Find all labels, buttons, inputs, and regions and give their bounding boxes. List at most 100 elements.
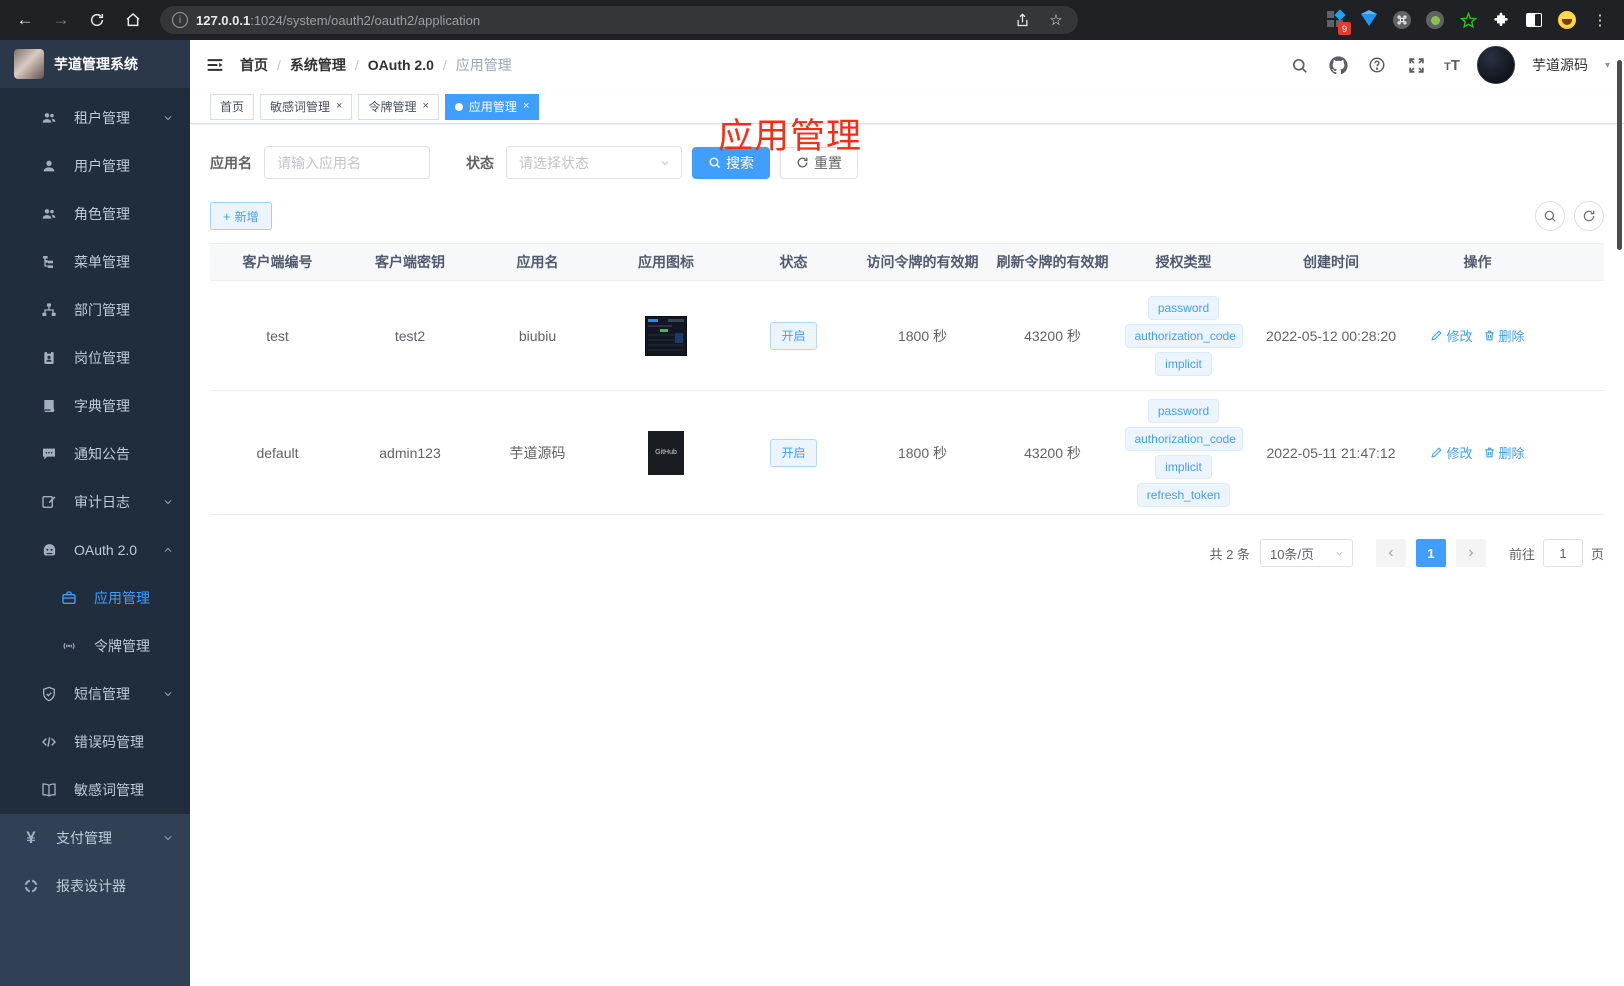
tab-home[interactable]: 首页: [210, 93, 255, 120]
shield-check-icon: [40, 686, 58, 702]
sidebar-item-sms[interactable]: 短信管理: [0, 670, 190, 718]
close-icon[interactable]: ×: [336, 101, 342, 112]
browser-home-icon[interactable]: [118, 5, 148, 35]
browser-forward-icon[interactable]: →: [46, 5, 76, 35]
close-icon[interactable]: ×: [523, 101, 529, 112]
tags-view-bar: 首页 敏感词管理 × 令牌管理 × 应用管理 ×: [190, 90, 1624, 124]
browser-toolbar: ← → i 127.0.0.1:1024/system/oauth2/oauth…: [0, 0, 1624, 40]
site-info-icon[interactable]: i: [172, 12, 188, 28]
goto-page-input[interactable]: [1542, 539, 1583, 567]
sidebar-logo[interactable]: 芋道管理系统: [0, 40, 190, 88]
edit-button[interactable]: 修改: [1430, 443, 1473, 462]
tab-sensitive-word[interactable]: 敏感词管理 ×: [260, 93, 353, 120]
username[interactable]: 芋道源码: [1532, 55, 1588, 75]
caret-down-icon[interactable]: ▾: [1605, 60, 1610, 71]
chevron-down-icon: [162, 688, 174, 700]
sidebar-item-oauth2[interactable]: OAuth 2.0: [0, 526, 190, 574]
breadcrumb-system[interactable]: 系统管理: [290, 55, 346, 75]
table-row: test test2 biubiu 开启 1800 秒 43200 秒 pass…: [210, 281, 1604, 391]
sidebar-item-oauth2-application[interactable]: 应用管理: [0, 574, 190, 622]
share-icon[interactable]: [1012, 10, 1032, 30]
help-icon[interactable]: [1366, 54, 1388, 76]
grant-tag: authorization_code: [1124, 323, 1243, 348]
address-bar[interactable]: i 127.0.0.1:1024/system/oauth2/oauth2/ap…: [160, 6, 1078, 34]
side-panel-icon[interactable]: [1524, 10, 1544, 30]
sidebar-item-oauth2-token[interactable]: 令牌管理: [0, 622, 190, 670]
browser-reload-icon[interactable]: [82, 5, 112, 35]
delete-button[interactable]: 删除: [1483, 443, 1525, 462]
tab-application[interactable]: 应用管理 ×: [444, 93, 540, 120]
users-icon: [40, 206, 58, 222]
gem-extension-icon[interactable]: [1359, 10, 1379, 30]
org-chart-icon: [40, 302, 58, 318]
user-avatar[interactable]: [1476, 46, 1515, 84]
chevron-down-icon: [162, 496, 174, 508]
goto-label: 前往: [1508, 546, 1535, 562]
briefcase-icon: [60, 590, 78, 606]
chevron-up-icon: [162, 544, 174, 556]
scrollbar-thumb[interactable]: [1617, 60, 1622, 250]
sidebar-item-role[interactable]: 角色管理: [0, 190, 190, 238]
refresh-button[interactable]: [1574, 201, 1604, 231]
app-name-input[interactable]: [264, 146, 430, 179]
profile-avatar-icon[interactable]: [1557, 10, 1577, 30]
url-text: 127.0.0.1:1024/system/oauth2/oauth2/appl…: [196, 12, 481, 28]
logo-avatar: [14, 49, 44, 79]
breadcrumb-oauth[interactable]: OAuth 2.0: [368, 57, 434, 73]
top-navbar: 首页 / 系统管理 / OAuth 2.0 / 应用管理 TT 芋道源码 ▾: [190, 40, 1624, 90]
star-extension-icon[interactable]: [1458, 10, 1478, 30]
breadcrumb: 首页 / 系统管理 / OAuth 2.0 / 应用管理: [240, 55, 512, 75]
github-icon[interactable]: [1327, 54, 1349, 76]
users-icon: [40, 110, 58, 126]
fullscreen-icon[interactable]: [1405, 54, 1427, 76]
browser-back-icon[interactable]: ←: [10, 5, 40, 35]
sidebar-item-menu[interactable]: 菜单管理: [0, 238, 190, 286]
sidebar-item-tenant[interactable]: 租户管理: [0, 94, 190, 142]
sidebar-item-dept[interactable]: 部门管理: [0, 286, 190, 334]
browser-menu-icon[interactable]: ⋮: [1590, 10, 1610, 30]
bookmark-star-icon[interactable]: ☆: [1046, 10, 1066, 30]
sidebar-item-report-designer[interactable]: 报表设计器: [0, 862, 190, 910]
toggle-search-button[interactable]: [1535, 201, 1565, 231]
status-select[interactable]: 请选择状态: [506, 146, 682, 179]
page-number-button[interactable]: 1: [1415, 539, 1446, 567]
id-badge-icon: [40, 350, 58, 366]
sidebar-item-error-code[interactable]: 错误码管理: [0, 718, 190, 766]
puzzle-extensions-icon[interactable]: [1491, 10, 1511, 30]
add-button[interactable]: + 新增: [210, 202, 272, 230]
sidebar-item-payment[interactable]: ¥ 支付管理: [0, 814, 190, 862]
segmented-circle-icon: [22, 878, 40, 894]
sidebar-item-dict[interactable]: 字典管理: [0, 382, 190, 430]
font-size-icon[interactable]: TT: [1444, 57, 1460, 74]
hamburger-icon[interactable]: [190, 40, 240, 90]
sidebar-item-sensitive-word[interactable]: 敏感词管理: [0, 766, 190, 814]
app-name-label: 应用名: [210, 154, 252, 171]
status-badge: 开启: [770, 438, 817, 467]
extension-grid-icon[interactable]: 9: [1326, 9, 1351, 35]
command-extension-icon[interactable]: [1392, 10, 1412, 30]
chevron-down-icon: [659, 157, 671, 169]
delete-button[interactable]: 删除: [1483, 326, 1525, 345]
search-icon[interactable]: [1288, 54, 1310, 76]
prev-page-button[interactable]: [1375, 539, 1406, 567]
sidebar-item-user[interactable]: 用户管理: [0, 142, 190, 190]
menu-tree-icon: [40, 254, 58, 270]
close-icon[interactable]: ×: [422, 101, 428, 112]
page-unit-label: 页: [1590, 546, 1604, 562]
page-content: 应用名 状态 请选择状态 搜索 重置: [190, 124, 1624, 986]
breadcrumb-home[interactable]: 首页: [240, 55, 268, 75]
grant-tag: refresh_token: [1136, 482, 1231, 507]
breadcrumb-current: 应用管理: [455, 57, 512, 73]
page-size-select[interactable]: 10条/页: [1259, 539, 1353, 567]
sidebar-item-notice[interactable]: 通知公告: [0, 430, 190, 478]
sidebar-item-post[interactable]: 岗位管理: [0, 334, 190, 382]
sidebar-item-audit-log[interactable]: 审计日志: [0, 478, 190, 526]
sidebar-menu-group: 租户管理 用户管理 角色管理 菜单管理 部门管理 岗位管理 字典管理 通知公告 …: [0, 88, 190, 814]
edit-button[interactable]: 修改: [1430, 326, 1473, 345]
tab-token[interactable]: 令牌管理 ×: [358, 93, 439, 120]
signal-token-icon: [60, 638, 78, 654]
next-page-button[interactable]: [1455, 539, 1486, 567]
record-extension-icon[interactable]: [1425, 10, 1445, 30]
table-row: default admin123 芋道源码 GitHub 开启 1800 秒 4…: [210, 391, 1604, 515]
annotation-text: 应用管理: [718, 117, 863, 156]
